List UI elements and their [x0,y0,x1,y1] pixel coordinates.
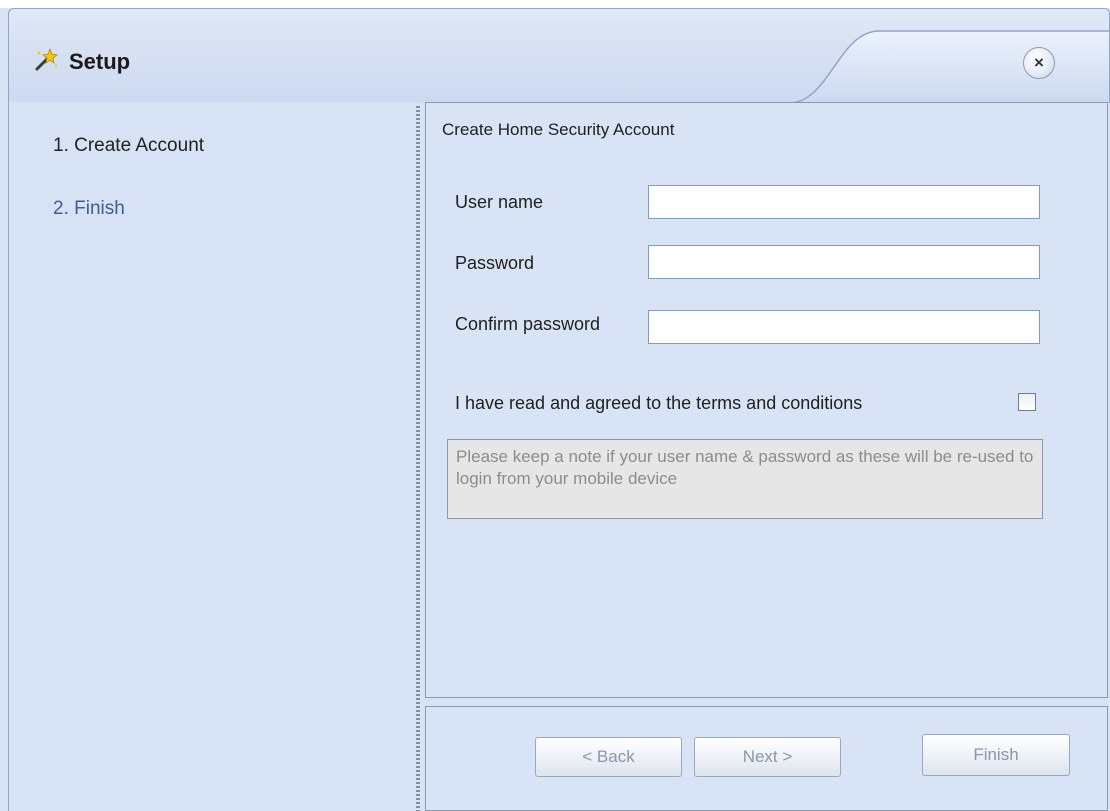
back-button[interactable]: < Back [535,737,682,777]
close-button[interactable]: × [1023,47,1055,79]
step-create-account: 1. Create Account [53,135,205,156]
account-form-panel: Create Home Security Account User name P… [425,102,1108,698]
pane-splitter[interactable] [416,106,420,811]
terms-checkbox[interactable] [1018,393,1036,411]
close-icon: × [1034,53,1044,72]
step-finish: 2. Finish [53,198,125,219]
setup-window: Setup × 1. Create Account 2. Finish Crea… [0,8,1110,811]
confirm-password-label: Confirm password [455,314,601,334]
credentials-note: Please keep a note if your user name & p… [447,439,1043,519]
username-input[interactable] [648,185,1040,219]
steps-sidebar: 1. Create Account 2. Finish [8,102,417,811]
finish-button[interactable]: Finish [922,734,1070,776]
title-tab-decoration [9,9,1109,103]
confirm-password-input[interactable] [648,310,1040,344]
password-label: Password [455,253,535,273]
terms-label: I have read and agreed to the terms and … [455,393,863,413]
username-label: User name [455,192,544,212]
form-title: Create Home Security Account [442,120,675,139]
wizard-button-bar: < Back Next > Finish [425,706,1108,811]
window-title: Setup [69,49,131,74]
setup-wand-icon [35,47,58,71]
title-bar[interactable]: Setup × [8,8,1110,103]
next-button[interactable]: Next > [694,737,841,777]
password-input[interactable] [648,245,1040,279]
